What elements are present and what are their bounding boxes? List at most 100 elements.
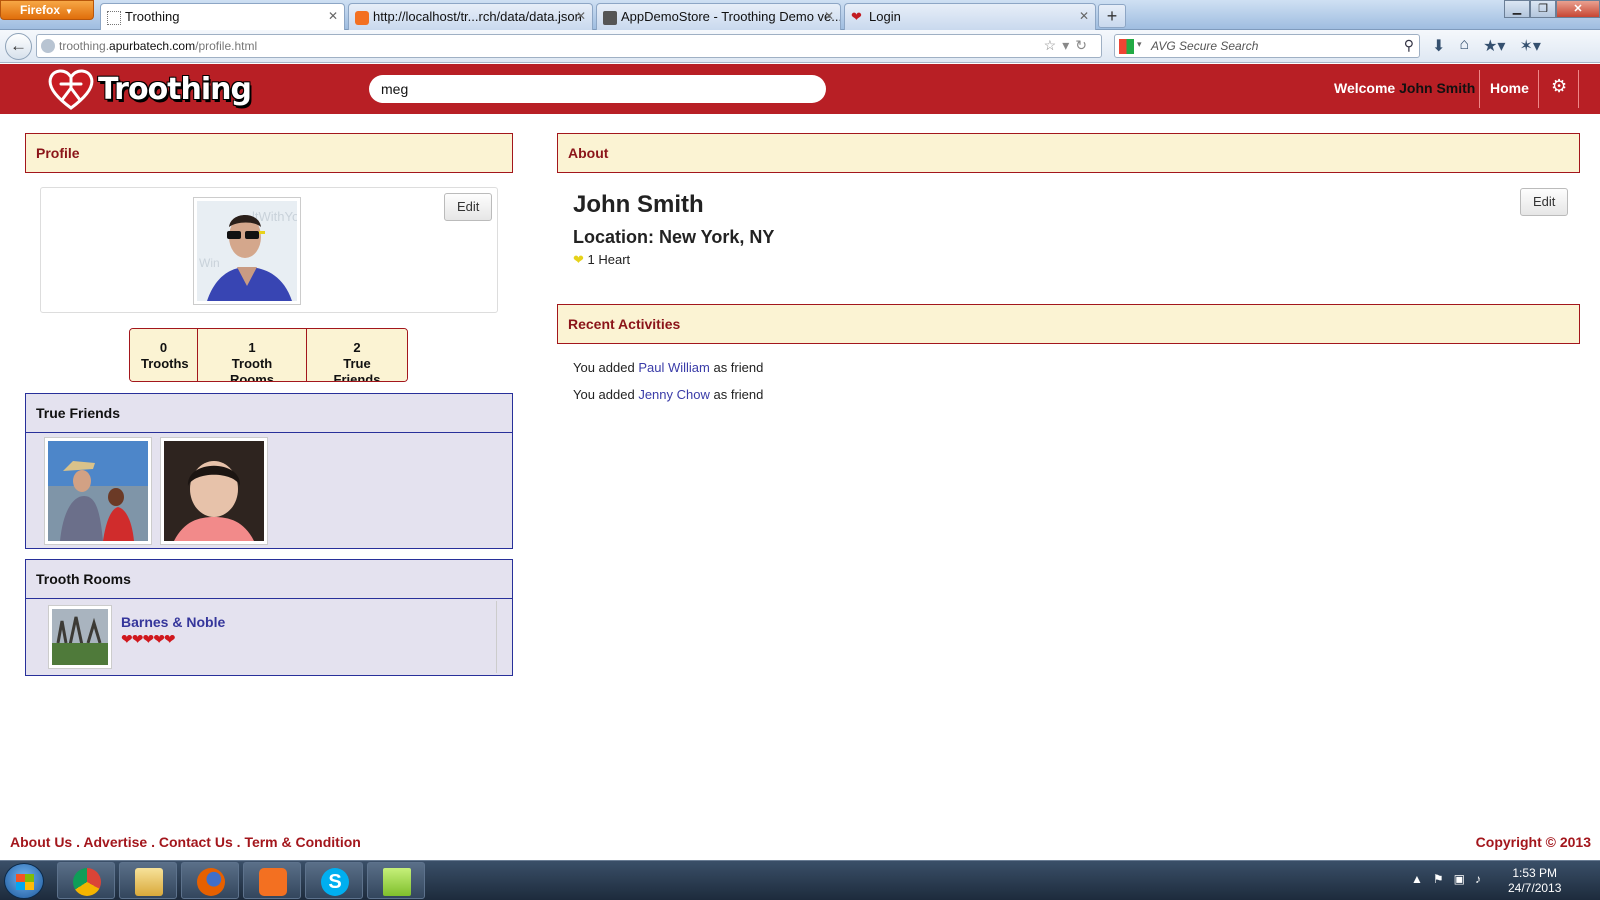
tab-title: AppDemoStore - Troothing Demo ve... — [621, 9, 841, 24]
firefox-icon — [197, 868, 225, 896]
taskbar-clock[interactable]: 1:53 PM 24/7/2013 — [1508, 866, 1561, 896]
footer-link-about-us[interactable]: About Us — [10, 834, 72, 850]
stat-true-friends[interactable]: 2 True Friends — [307, 329, 407, 381]
tab-title: http://localhost/tr...rch/data/data.json — [373, 9, 582, 24]
download-icon[interactable]: ⬇ — [1432, 36, 1445, 56]
browser-tab-login[interactable]: ❤ Login ✕ — [844, 3, 1096, 30]
activity-friend-link[interactable]: Jenny Chow — [638, 387, 710, 402]
footer-link-terms[interactable]: Term & Condition — [244, 834, 360, 850]
recent-activities-heading: Recent Activities — [557, 304, 1580, 344]
room-item[interactable]: Barnes & Noble ❤❤❤❤❤ — [45, 601, 497, 673]
tray-arrow-icon[interactable]: ▲ — [1411, 872, 1433, 886]
stat-count: 2 — [353, 340, 361, 355]
home-link[interactable]: Home — [1490, 80, 1529, 96]
activity-item: You added Paul William as friend — [573, 360, 763, 375]
browser-tab-strip: Firefox ▼ Troothing ✕ http://localhost/tr… — [0, 0, 1600, 31]
profile-edit-button[interactable]: Edit — [444, 193, 493, 221]
browser-tab-troothing[interactable]: Troothing ✕ — [100, 3, 345, 31]
activity-suffix: as friend — [713, 387, 764, 402]
taskbar-explorer[interactable] — [119, 862, 177, 899]
heart-icon: ❤ — [851, 9, 862, 24]
trooth-rooms-heading: Trooth Rooms — [25, 559, 513, 599]
firefox-menu-button[interactable]: Firefox ▼ — [0, 0, 94, 20]
browser-tab-appdemostore[interactable]: AppDemoStore - Troothing Demo ve... ✕ — [596, 3, 841, 30]
start-button[interactable] — [4, 863, 44, 899]
page-icon — [107, 11, 121, 25]
clock-date: 24/7/2013 — [1508, 881, 1562, 895]
site-search-input[interactable] — [369, 75, 826, 103]
browser-tab-data-json[interactable]: http://localhost/tr...rch/data/data.json… — [348, 3, 593, 30]
profile-avatar[interactable]: ltWithYo Win — [193, 197, 301, 305]
skype-icon: S — [321, 868, 349, 896]
engine-dropdown-icon[interactable]: ▾ — [1137, 39, 1142, 50]
windows-logo-icon — [16, 874, 34, 890]
new-tab-button[interactable]: + — [1098, 4, 1126, 28]
footer-links: About Us . Advertise . Contact Us . Term… — [10, 834, 361, 850]
browser-search-field[interactable]: ▾ AVG Secure Search ⚲ — [1114, 34, 1420, 58]
addon-icon[interactable]: ✶▾ — [1519, 36, 1540, 56]
toolbar-icons: ⬇ ⌂ ★▾ ✶▾ — [1432, 36, 1541, 56]
stat-count: 0 — [159, 340, 168, 355]
appdemostore-icon — [603, 11, 617, 25]
bookmark-star-icon[interactable]: ☆ — [1044, 37, 1063, 53]
room-name-link[interactable]: Barnes & Noble — [121, 614, 225, 630]
taskbar-firefox[interactable] — [181, 862, 239, 899]
logo-text: Troothing — [98, 71, 252, 107]
room-rating-hearts: ❤❤❤❤❤ — [121, 631, 176, 647]
flag-icon[interactable]: ⚑ — [1433, 872, 1454, 886]
close-icon[interactable]: ✕ — [576, 9, 586, 23]
taskbar-notepad[interactable] — [367, 862, 425, 899]
restore-icon[interactable]: ❐ — [1530, 0, 1556, 18]
svg-text:Win: Win — [199, 256, 220, 270]
window-controls: ▁ ❐ ✕ — [1504, 0, 1600, 18]
close-icon[interactable]: ✕ — [1079, 9, 1089, 23]
folder-icon — [135, 868, 163, 896]
tab-title: Login — [869, 9, 901, 24]
back-arrow-icon[interactable]: ← — [5, 33, 32, 60]
logo-heart-icon — [48, 69, 94, 110]
room-photo — [52, 609, 108, 665]
taskbar-skype[interactable]: S — [305, 862, 363, 899]
address-bar[interactable]: troothing.apurbatech.com/profile.html ☆▾… — [36, 34, 1102, 58]
dropdown-icon[interactable]: ▾ — [1062, 37, 1075, 53]
minimize-icon[interactable]: ▁ — [1504, 0, 1530, 18]
windows-taskbar: S ▲⚑▣♪ 1:53 PM 24/7/2013 — [0, 860, 1600, 900]
stat-trooth-rooms[interactable]: 1 Trooth Rooms — [198, 329, 307, 381]
troothing-logo[interactable]: Troothing — [48, 68, 252, 110]
user-name-link[interactable]: John Smith — [1399, 80, 1475, 96]
heart-icon: ❤ — [573, 252, 584, 267]
reload-icon[interactable]: ↻ — [1075, 37, 1093, 53]
footer-separator: . — [72, 834, 84, 850]
footer-link-advertise[interactable]: Advertise — [83, 834, 147, 850]
globe-icon — [41, 39, 55, 53]
clock-time: 1:53 PM — [1512, 866, 1558, 880]
gear-icon[interactable]: ⚙ — [1551, 76, 1567, 97]
xampp-icon — [259, 868, 287, 896]
close-window-icon[interactable]: ✕ — [1556, 0, 1600, 18]
footer-link-contact-us[interactable]: Contact Us — [159, 834, 233, 850]
chrome-icon — [73, 868, 101, 896]
taskbar-chrome[interactable] — [57, 862, 115, 899]
close-icon[interactable]: ✕ — [328, 9, 338, 23]
avatar-photo: ltWithYo Win — [197, 201, 299, 301]
about-edit-button[interactable]: Edit — [1520, 188, 1569, 216]
tab-title: Troothing — [125, 9, 180, 24]
network-icon[interactable]: ▣ — [1454, 872, 1475, 886]
taskbar-xampp[interactable] — [243, 862, 301, 899]
close-icon[interactable]: ✕ — [824, 9, 834, 23]
activity-friend-link[interactable]: Paul William — [638, 360, 710, 375]
search-icon[interactable]: ⚲ — [1404, 37, 1414, 54]
friend-avatar[interactable] — [44, 437, 152, 545]
room-thumbnail — [48, 605, 112, 669]
friend-avatar[interactable] — [160, 437, 268, 545]
browser-nav-bar: ← troothing.apurbatech.com/profile.html … — [0, 30, 1600, 63]
firefox-menu-label: Firefox — [20, 3, 61, 17]
volume-icon[interactable]: ♪ — [1475, 872, 1491, 886]
stat-trooths[interactable]: 0 Trooths — [130, 329, 198, 381]
footer-separator: . — [147, 834, 159, 850]
bookmarks-icon[interactable]: ★▾ — [1483, 36, 1505, 56]
welcome-label: Welcome — [1334, 80, 1396, 96]
activity-prefix: You added — [573, 360, 635, 375]
home-icon[interactable]: ⌂ — [1459, 36, 1469, 56]
about-hearts: ❤ 1 Heart — [573, 252, 630, 268]
